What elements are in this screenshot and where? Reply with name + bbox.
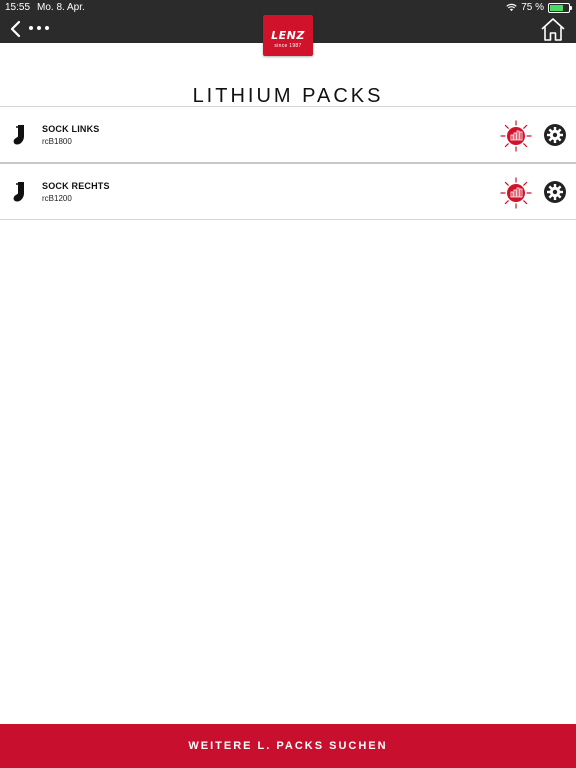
list-item[interactable]: SOCK LINKS rcB1800 <box>0 107 576 164</box>
more-dots-icon[interactable] <box>27 22 51 34</box>
logo-since: since 1987 <box>274 43 302 49</box>
wifi-icon <box>506 3 517 12</box>
heating-indicator-icon[interactable] <box>500 120 532 152</box>
home-icon[interactable] <box>540 16 566 42</box>
heating-indicator-icon[interactable] <box>500 177 532 209</box>
page-title: LITHIUM PACKS <box>192 85 384 108</box>
settings-gear-icon[interactable] <box>543 123 567 147</box>
logo-brand: LENZ <box>271 29 305 42</box>
device-name: SOCK RECHTS <box>42 181 110 191</box>
lenz-logo: LENZ since 1987 <box>263 15 313 56</box>
top-navigation-bar: 15:55 Mo. 8. Apr. 75 % LENZ since 1987 <box>0 0 576 56</box>
sock-icon <box>13 125 24 145</box>
device-name: SOCK LINKS <box>42 124 100 134</box>
device-id: rcB1200 <box>42 194 72 203</box>
status-time: 15:55 <box>5 2 31 13</box>
status-date: Mo. 8. Apr. <box>37 2 85 13</box>
search-more-packs-button[interactable]: WEITERE L. PACKS SUCHEN <box>0 724 576 768</box>
back-chevron-icon[interactable] <box>8 20 24 38</box>
device-list: SOCK LINKS rcB1800 SOCK RECHTS rcB1200 <box>0 106 576 220</box>
sock-icon <box>13 182 24 202</box>
battery-percentage: 75 % <box>521 2 544 13</box>
list-item[interactable]: SOCK RECHTS rcB1200 <box>0 164 576 220</box>
settings-gear-icon[interactable] <box>543 180 567 204</box>
device-id: rcB1800 <box>42 137 72 146</box>
status-indicators: 75 % <box>506 2 572 13</box>
battery-icon <box>548 2 572 13</box>
